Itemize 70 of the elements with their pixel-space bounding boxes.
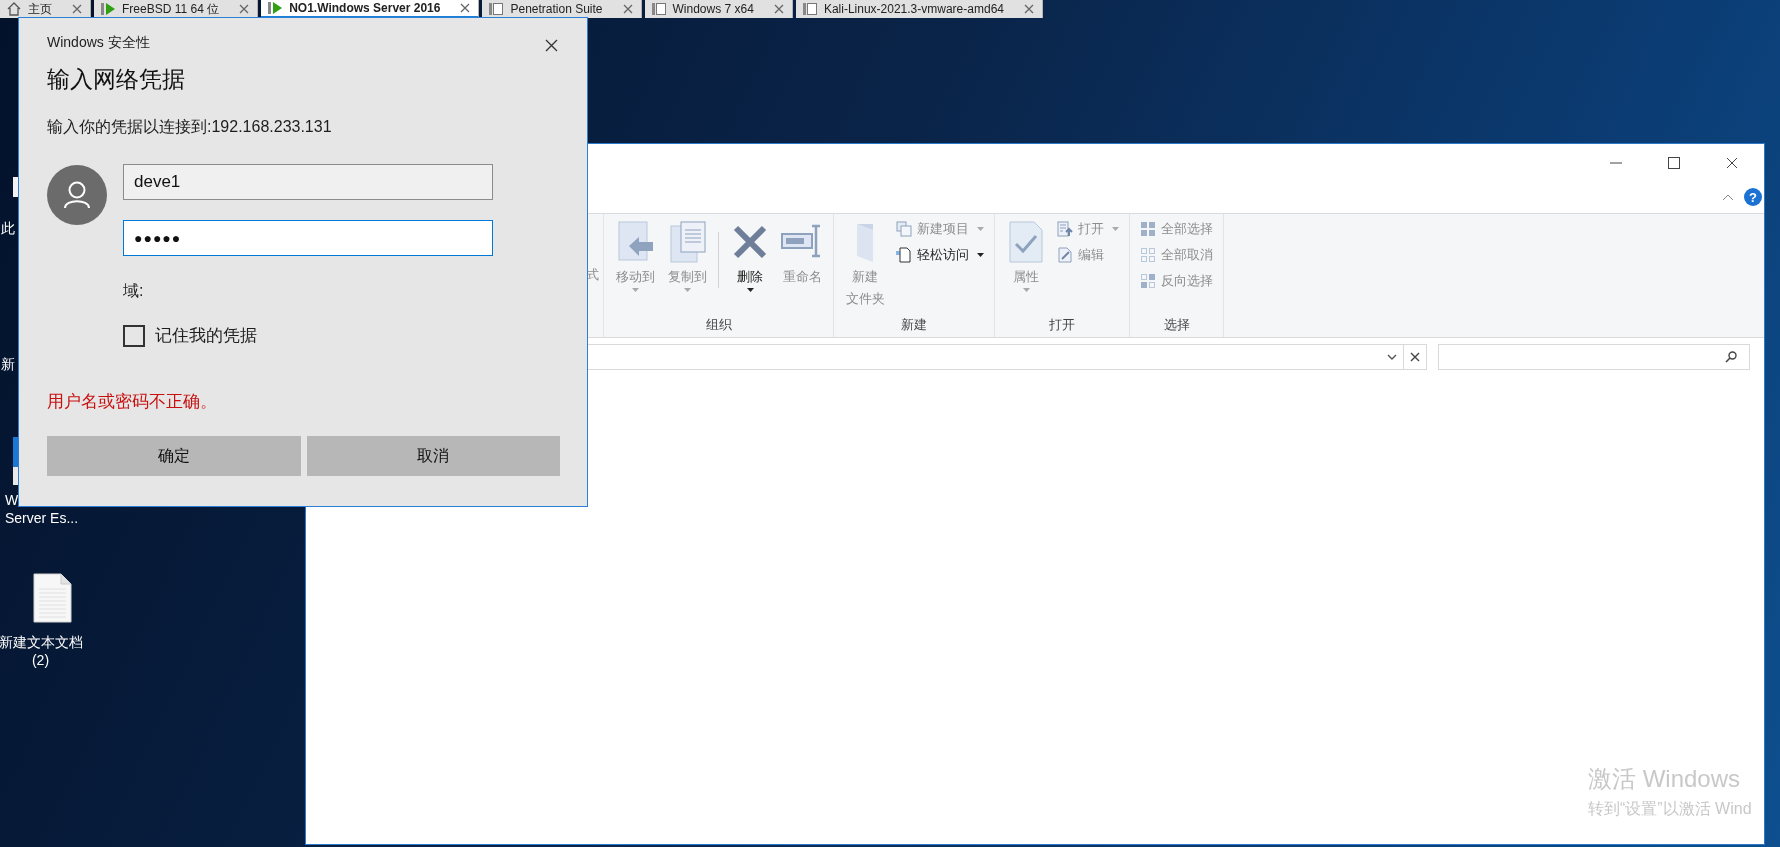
checkbox-label: 记住我的凭据 (155, 325, 257, 347)
icon-label: 新 (1, 355, 15, 373)
caret-icon (977, 253, 984, 257)
dialog-button[interactable]: 确定 (47, 436, 301, 476)
close-icon[interactable] (622, 4, 633, 14)
close-icon[interactable] (773, 4, 784, 14)
help-button[interactable]: ? (1744, 188, 1762, 206)
page-icon (650, 1, 667, 17)
group-label: 打开 (1048, 316, 1076, 334)
caret-icon (683, 288, 691, 292)
maximize-icon[interactable] (1668, 156, 1680, 169)
page-icon (488, 1, 505, 17)
checklist-page-icon (1006, 220, 1046, 264)
close-icon[interactable] (545, 39, 558, 52)
domain-label: 域: (123, 281, 145, 301)
caret-icon (977, 227, 984, 231)
vm-tab[interactable]: FreeBSD 11 64 位 (94, 0, 259, 18)
vm-tab[interactable]: 主页 (0, 0, 91, 18)
icon-label: W (5, 491, 19, 509)
grid-icon (1140, 273, 1156, 289)
caret-icon (1022, 288, 1030, 292)
caret-icon (746, 288, 754, 292)
dialog-button[interactable]: 取消 (306, 436, 560, 476)
home-icon (6, 1, 22, 17)
group-label: 选择 (1162, 316, 1191, 334)
vm-tab[interactable]: Kali-Linux-2021.3-vmware-amd64 (795, 0, 1043, 18)
chevron-down-icon[interactable] (1387, 354, 1397, 360)
error-message: 用户名或密码不正确。 (47, 391, 218, 413)
ribbon-button[interactable]: 轻松访问 (896, 244, 988, 266)
close-icon[interactable] (1024, 4, 1034, 14)
ribbon-label: 式 (586, 266, 599, 284)
open-icon (1057, 221, 1073, 237)
group-label: 新建 (900, 316, 928, 334)
password-field[interactable]: ●●●●● (123, 220, 493, 256)
edit-icon (1057, 247, 1073, 263)
vm-tab[interactable]: Penetration Suite (482, 0, 642, 18)
group-label: 组织 (704, 316, 733, 334)
dialog-heading: 输入网络凭据 (47, 65, 186, 94)
caret-icon (1112, 227, 1119, 231)
search-field[interactable] (1438, 344, 1750, 370)
dialog-message: 输入你的凭据以连接到:192.168.233.131 (47, 117, 333, 137)
user-avatar-icon (47, 165, 107, 225)
dialog-title: Windows 安全性 (47, 34, 150, 52)
clear-button[interactable] (1404, 344, 1427, 370)
play-icon (267, 0, 284, 16)
icon-label: 此 (1, 219, 15, 237)
search-icon (1725, 351, 1737, 363)
page-arrow-icon (615, 220, 655, 264)
close-icon[interactable] (72, 4, 82, 14)
copy-icon (667, 220, 707, 264)
grid-icon (1140, 221, 1156, 237)
ribbon-button[interactable]: 删除 (725, 218, 775, 292)
close-icon[interactable] (1726, 156, 1738, 169)
vm-tab[interactable]: NO1.Windows Server 2016 (261, 0, 480, 18)
text-file-icon[interactable] (32, 573, 72, 623)
close-icon[interactable] (460, 3, 471, 13)
new-item-icon (896, 221, 912, 237)
close-icon (1410, 352, 1420, 362)
page-icon (896, 247, 912, 263)
icon-label: Server Es... (5, 509, 79, 527)
caret-icon (631, 288, 639, 292)
grid-icon (1140, 247, 1156, 263)
icon-label: (2) (31, 651, 50, 669)
chevron-up-icon[interactable] (1722, 193, 1734, 201)
vm-tab[interactable]: Windows 7 x64 (644, 0, 793, 18)
checkbox[interactable] (123, 324, 145, 347)
page-icon (801, 1, 818, 17)
username-field[interactable]: deve1 (123, 164, 493, 200)
close-icon[interactable] (239, 4, 250, 14)
play-icon (100, 1, 116, 17)
